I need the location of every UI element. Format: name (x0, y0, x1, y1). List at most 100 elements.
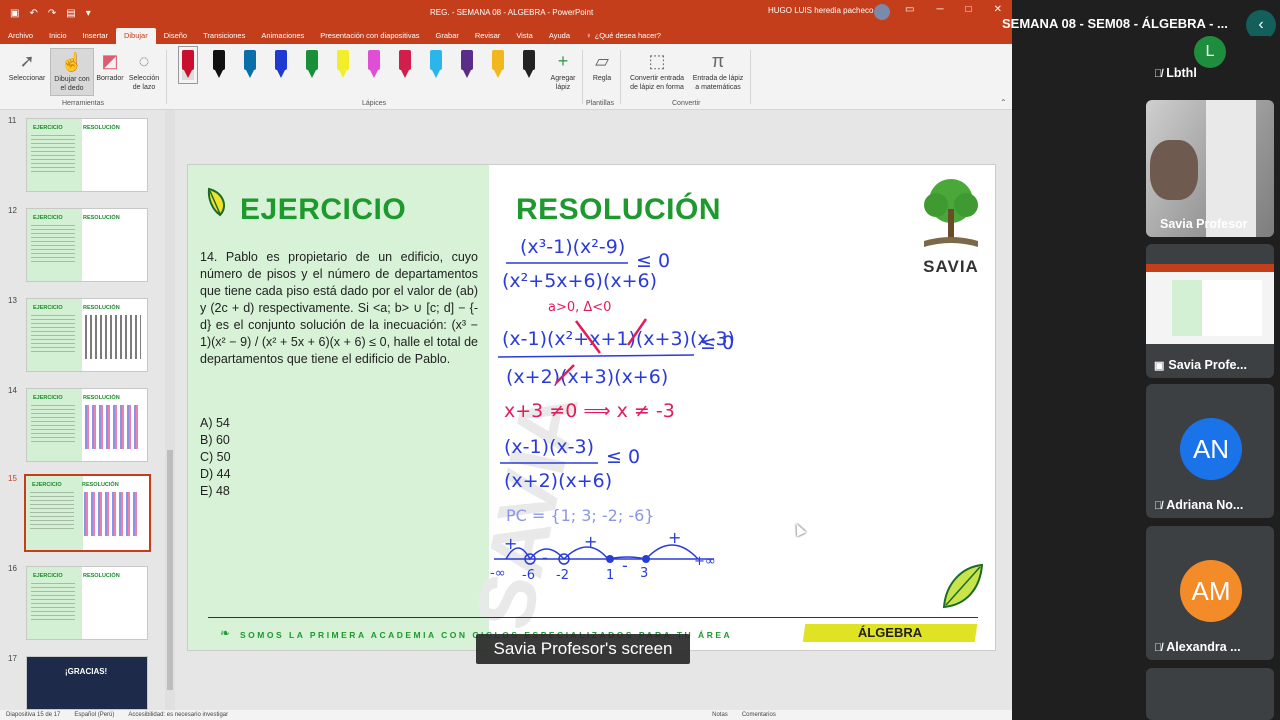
thumbnail-title: RESOLUCIÓN (83, 125, 120, 131)
tab-animaciones[interactable]: Animaciones (253, 31, 312, 44)
hw-axis-label: -6 (522, 568, 535, 583)
tab-dibujar[interactable]: Dibujar (115, 28, 156, 44)
pen-body (523, 50, 535, 70)
pen-10-icon[interactable] (461, 50, 473, 80)
savia-logo: SAVIA (916, 175, 986, 276)
regla-label: Regla (592, 75, 612, 82)
thumbnail-number: 11 (8, 116, 17, 125)
pi-math-icon: π (711, 50, 725, 71)
pen-9-icon[interactable] (430, 50, 442, 80)
presentation-icon[interactable]: ▤ (66, 8, 75, 19)
slide-thumbnail[interactable]: EJERCICIO RESOLUCIÓN (26, 208, 148, 282)
participant-tile[interactable]: AM 🎙̸ Alexandra ... (1146, 526, 1274, 660)
mic-off-icon: 🎙̸ (1154, 642, 1163, 654)
notes-button[interactable]: Notas (712, 712, 728, 718)
exercise-heading: EJERCICIO (240, 193, 407, 226)
thumbnail-text (31, 135, 75, 173)
ink-to-shape-icon: ⬚ (648, 50, 666, 71)
tab-inicio[interactable]: Inicio (41, 31, 75, 44)
hw-line1-denominator: (x²+5x+6)(x+6) (502, 270, 657, 292)
powerpoint-window: ▣ ↶ ↷ ▤ ▾ REG. - SEMANA 08 - ALGEBRA - P… (0, 0, 1012, 720)
seleccion-lazo-label: Selección de lazo (128, 75, 160, 91)
pen-8-icon[interactable] (399, 50, 411, 80)
group-convertir-label: Convertir (672, 100, 701, 107)
participant-tile[interactable] (1146, 668, 1274, 720)
scrollbar-thumb[interactable] (167, 450, 173, 690)
close-icon[interactable]: ✕ (994, 4, 1002, 15)
thumbnail-title: RESOLUCIÓN (82, 482, 119, 488)
collapse-ribbon-icon[interactable]: ⌃ (1000, 98, 1007, 107)
quick-access-toolbar: ▣ ↶ ↷ ▤ ▾ (0, 8, 91, 19)
seleccion-lazo-button[interactable]: ◌ Selección de lazo (126, 48, 162, 92)
slide-canvas[interactable]: SAVIA EJERCICIO RESOLUCIÓN 14. Pablo es … (187, 164, 996, 651)
customize-qat-icon[interactable]: ▾ (86, 8, 91, 19)
pen-12-icon[interactable] (523, 50, 535, 80)
tab-transiciones[interactable]: Transiciones (195, 31, 253, 44)
participant-tile[interactable]: ▣ Savia Profe... (1146, 244, 1274, 378)
tab-presentacion[interactable]: Presentación con diapositivas (312, 31, 427, 44)
pen-6-icon[interactable] (337, 50, 349, 80)
pen-body (306, 50, 318, 70)
thumbnail-scrollbar[interactable] (165, 110, 175, 710)
presentation-icon: ▣ (1154, 360, 1165, 372)
pen-4-icon[interactable] (275, 50, 287, 80)
pen-2-icon[interactable] (213, 50, 225, 80)
redo-icon[interactable]: ↷ (48, 8, 56, 19)
ruler-icon: ▱ (595, 50, 609, 71)
borrador-button[interactable]: ◩ Borrador (94, 48, 126, 83)
option-b: B) 60 (200, 433, 230, 447)
hw-point-closed (606, 555, 614, 563)
tab-revisar[interactable]: Revisar (467, 31, 508, 44)
tab-grabar[interactable]: Grabar (428, 31, 467, 44)
thumbnail-title: RESOLUCIÓN (83, 305, 120, 311)
tab-ayuda[interactable]: Ayuda (541, 31, 578, 44)
dibujar-dedo-button[interactable]: ☝ Dibujar con el dedo (50, 48, 94, 96)
seleccionar-button[interactable]: ➚ Seleccionar (6, 48, 48, 83)
ribbon-separator (166, 50, 167, 104)
accessibility-status[interactable]: Accesibilidad: es necesario investigar (128, 712, 228, 718)
slide-thumbnail-pane: 11 EJERCICIO RESOLUCIÓN 12 EJERCICIO RES… (0, 110, 165, 710)
tab-vista[interactable]: Vista (508, 31, 541, 44)
slide-thumbnail[interactable]: EJERCICIO RESOLUCIÓN (26, 566, 148, 640)
participant-tile[interactable]: AN 🎙̸ Adriana No... (1146, 384, 1274, 518)
tab-archivo[interactable]: Archivo (0, 31, 41, 44)
comments-button[interactable]: Comentarios (742, 712, 776, 718)
pen-5-icon[interactable] (306, 50, 318, 80)
user-name[interactable]: HUGO LUIS heredia pacheco (768, 6, 873, 15)
participant-tile[interactable]: L 🎙̸ Lbthl (1146, 36, 1274, 86)
participant-tile[interactable]: Savia Profesor (1146, 100, 1274, 237)
ribbon-display-icon[interactable]: ▭ (905, 4, 914, 15)
pen-body (244, 50, 256, 70)
group-lapices-label: Lápices (362, 100, 387, 107)
chevron-left-icon: ‹ (1258, 16, 1264, 33)
slide-thumbnail[interactable]: EJERCICIO RESOLUCIÓN (26, 118, 148, 192)
undo-icon[interactable]: ↶ (29, 8, 37, 19)
slide-thumbnail[interactable]: EJERCICIO RESOLUCIÓN (26, 388, 148, 462)
pen-7-icon[interactable] (368, 50, 380, 80)
tab-insertar[interactable]: Insertar (75, 31, 116, 44)
convertir-forma-button[interactable]: ⬚ Convertir entrada de lápiz en forma (626, 48, 688, 92)
slide-thumbnail[interactable]: ¡GRACIAS! (26, 656, 148, 710)
minimize-icon[interactable]: ─ (936, 4, 943, 15)
option-c: C) 50 (200, 450, 231, 464)
pen-body (275, 50, 287, 70)
regla-button[interactable]: ▱ Regla (588, 48, 616, 83)
pen-body (368, 50, 380, 70)
pen-3-icon[interactable] (244, 50, 256, 80)
pen-11-icon[interactable] (492, 50, 504, 80)
slide-thumbnail-selected[interactable]: EJERCICIO RESOLUCIÓN (24, 474, 151, 552)
maximize-icon[interactable]: □ (966, 4, 972, 15)
slide-thumbnail[interactable]: EJERCICIO RESOLUCIÓN (26, 298, 148, 372)
agregar-lapiz-button[interactable]: + Agregar lápiz (546, 48, 580, 92)
language-indicator[interactable]: Español (Perú) (74, 712, 114, 718)
hw-axis-label: 1 (606, 568, 614, 583)
thumbnail-text (31, 225, 75, 263)
tell-me-box[interactable]: ♀ ¿Qué desea hacer? (578, 31, 669, 44)
save-icon[interactable]: ▣ (10, 8, 19, 19)
leaf-decoration-icon (942, 563, 984, 609)
tab-diseno[interactable]: Diseño (156, 31, 195, 44)
pen-1-icon[interactable] (178, 46, 198, 84)
user-avatar[interactable] (874, 4, 890, 20)
entrada-matematicas-button[interactable]: π Entrada de lápiz a matemáticas (690, 48, 746, 92)
ribbon-separator (620, 50, 621, 104)
